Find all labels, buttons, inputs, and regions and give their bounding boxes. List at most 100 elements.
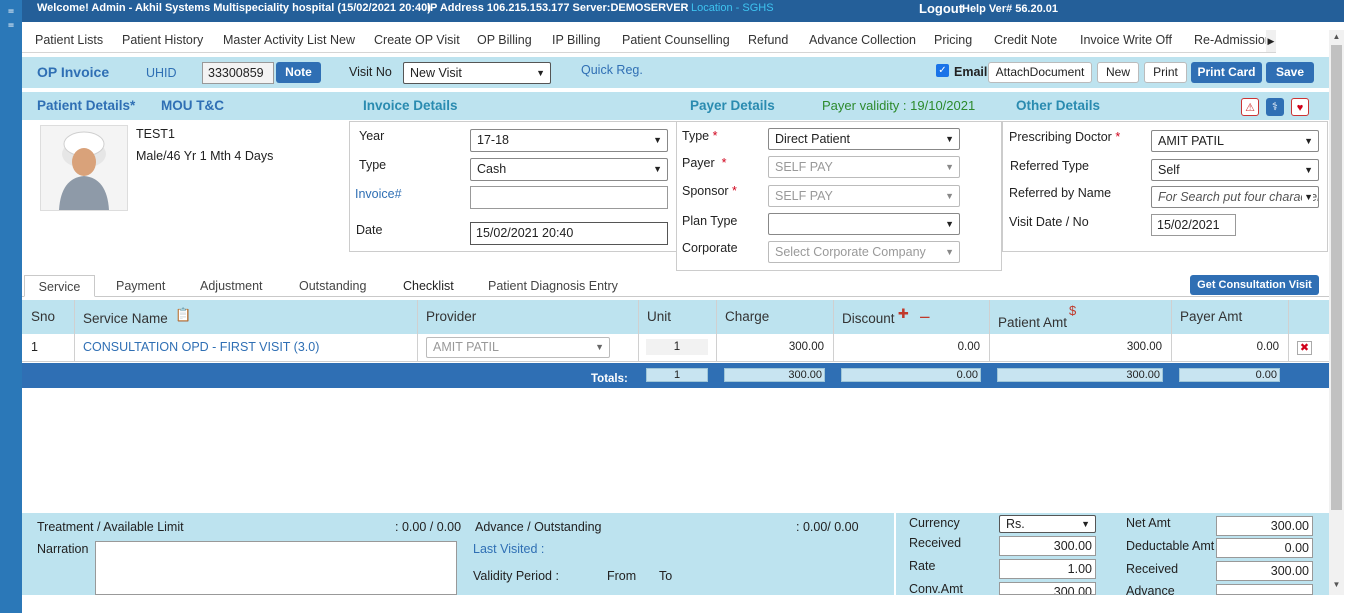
sponsor-label: Sponsor * [682,184,737,198]
col-divider [989,300,990,362]
chevron-down-icon: ▼ [945,162,954,172]
payer-select[interactable]: SELF PAY ▼ [768,156,960,178]
rate-label: Rate [909,559,936,573]
note-button[interactable]: Note [276,62,321,83]
advance-outstanding-value: : 0.00/ 0.00 [796,520,859,534]
year-select[interactable]: 17-18 ▼ [470,129,668,152]
delete-row-icon[interactable]: ✖ [1297,341,1312,355]
sponsor-value: SELF PAY [775,189,833,203]
scrollbar-thumb[interactable] [1331,45,1342,510]
chevron-down-icon: ▼ [1081,519,1090,529]
help-version-text[interactable]: Help Ver# 56.20.01 [962,3,1058,15]
invoice-type-select[interactable]: Cash ▼ [470,158,668,181]
column-header-service-name: Service Name [83,311,168,326]
invoice-date-input[interactable]: 15/02/2021 20:40 [470,222,668,245]
welcome-text: Welcome! Admin - Akhil Systems Multispec… [37,2,431,14]
invoice-number-input[interactable] [470,186,668,209]
rate-input[interactable]: 1.00 [999,559,1096,579]
row-unit-input[interactable]: 1 [646,339,708,355]
column-header-patient-amt: Patient Amt [998,315,1068,330]
tab-patient-diagnosis-entry[interactable]: Patient Diagnosis Entry [488,275,618,297]
menu-item-master-activity-list[interactable]: Master Activity List New [223,33,355,47]
ip-address-text: IP Address 106.215.153.177 Server:DEMOSE… [427,2,689,14]
validity-to-label: To [659,569,673,583]
menu-item-pricing[interactable]: Pricing [934,33,972,47]
tab-adjustment[interactable]: Adjustment [200,275,263,297]
visit-date-input[interactable]: 15/02/2021 [1151,214,1236,236]
service-list-icon[interactable]: 📋 [175,307,191,323]
payer-validity-text: Payer validity : 19/10/2021 [822,98,976,113]
received-patient-input[interactable]: 300.00 [1216,561,1313,581]
scroll-down-icon[interactable]: ▼ [1331,580,1342,592]
menu-item-ip-billing[interactable]: IP Billing [552,33,600,47]
row-service-name-link[interactable]: CONSULTATION OPD - FIRST VISIT (3.0) [83,340,319,354]
sponsor-select[interactable]: SELF PAY ▼ [768,185,960,207]
plan-type-select[interactable]: ▼ [768,213,960,235]
heart-icon[interactable]: ♥ [1291,98,1309,116]
get-consultation-visit-button[interactable]: Get Consultation Visit [1190,275,1319,295]
net-amt-input[interactable]: 300.00 [1216,516,1313,536]
corporate-select[interactable]: Select Corporate Company ▼ [768,241,960,263]
currency-select[interactable]: Rs. ▼ [999,515,1096,533]
menu-item-credit-note[interactable]: Credit Note [994,33,1057,47]
deductable-amt-input[interactable]: 0.00 [1216,538,1313,558]
tab-service[interactable]: Service [24,275,95,297]
patient-details-heading[interactable]: Patient Details* [37,98,135,113]
visit-no-select[interactable]: New Visit ▼ [403,62,551,84]
tab-payment[interactable]: Payment [116,275,165,297]
print-button[interactable]: Print [1144,62,1187,83]
year-value: 17-18 [477,133,509,147]
invoice-number-label: Invoice# [355,187,402,201]
uhid-input[interactable]: 33300859 [202,62,274,84]
money-hand-icon[interactable]: $ [1069,303,1076,318]
narration-textarea[interactable] [95,541,457,595]
advance-input[interactable] [1216,584,1313,595]
received-input[interactable]: 300.00 [999,536,1096,556]
sponsor-label-text: Sponsor [682,184,729,198]
menu-item-op-billing[interactable]: OP Billing [477,33,532,47]
menu-item-invoice-write-off[interactable]: Invoice Write Off [1080,33,1172,47]
mou-link[interactable]: MOU T&C [161,98,224,113]
row-provider-select[interactable]: AMIT PATIL ▼ [426,337,610,358]
attach-document-button[interactable]: AttachDocument [988,62,1092,83]
referred-by-name-placeholder: For Search put four characters [1158,190,1319,204]
menu-item-patient-history[interactable]: Patient History [122,33,203,47]
top-status-bar: Welcome! Admin - Akhil Systems Multispec… [22,0,1344,22]
conv-amt-input[interactable]: 300.00 [999,582,1096,595]
chevron-down-icon: ▼ [653,164,662,174]
tab-outstanding[interactable]: Outstanding [299,275,366,297]
quick-reg-link[interactable]: Quick Reg. [581,63,643,77]
menu-item-patient-lists[interactable]: Patient Lists [35,33,103,47]
menu-item-patient-counselling[interactable]: Patient Counselling [622,33,730,47]
print-card-button[interactable]: Print Card [1191,62,1262,83]
discount-add-icon[interactable]: ✚ [898,306,909,322]
chevron-down-icon: ▼ [945,247,954,257]
logout-link[interactable]: Logout [919,1,963,16]
scroll-up-icon[interactable]: ▲ [1331,32,1342,44]
payer-type-select[interactable]: Direct Patient ▼ [768,128,960,150]
advance-outstanding-label: Advance / Outstanding [475,520,602,534]
total-patient-amt: 300.00 [997,368,1163,382]
email-checkbox[interactable]: ✓ [936,64,949,77]
services-table-header [22,300,1329,334]
prescribing-doctor-select[interactable]: AMIT PATIL ▼ [1151,130,1319,152]
menu-item-create-op-visit[interactable]: Create OP Visit [374,33,460,47]
menu-item-refund[interactable]: Refund [748,33,788,47]
discount-remove-icon[interactable]: ⚊ [919,306,931,322]
stethoscope-icon[interactable]: ⚕ [1266,98,1284,116]
allergy-alert-icon[interactable]: ⚠ [1241,98,1259,116]
left-sidebar-handle[interactable]: = = [0,0,22,613]
menu-item-advance-collection[interactable]: Advance Collection [809,33,916,47]
sidebar-toggle-icon[interactable]: = = [2,5,20,31]
last-visited-link[interactable]: Last Visited : [473,542,544,556]
menu-item-re-admission[interactable]: Re-Admission [1194,33,1272,47]
save-button[interactable]: Save [1266,62,1314,83]
referred-by-name-select[interactable]: For Search put four characters ▼ [1151,186,1319,208]
tab-checklist[interactable]: Checklist [403,275,454,297]
prescribing-doctor-label: Prescribing Doctor * [1009,130,1121,144]
column-header-charge: Charge [725,309,770,324]
totals-label: Totals: [591,373,628,385]
menu-scroll-right-icon[interactable]: ▶ [1266,30,1276,52]
referred-type-select[interactable]: Self ▼ [1151,159,1319,181]
new-button[interactable]: New [1097,62,1139,83]
